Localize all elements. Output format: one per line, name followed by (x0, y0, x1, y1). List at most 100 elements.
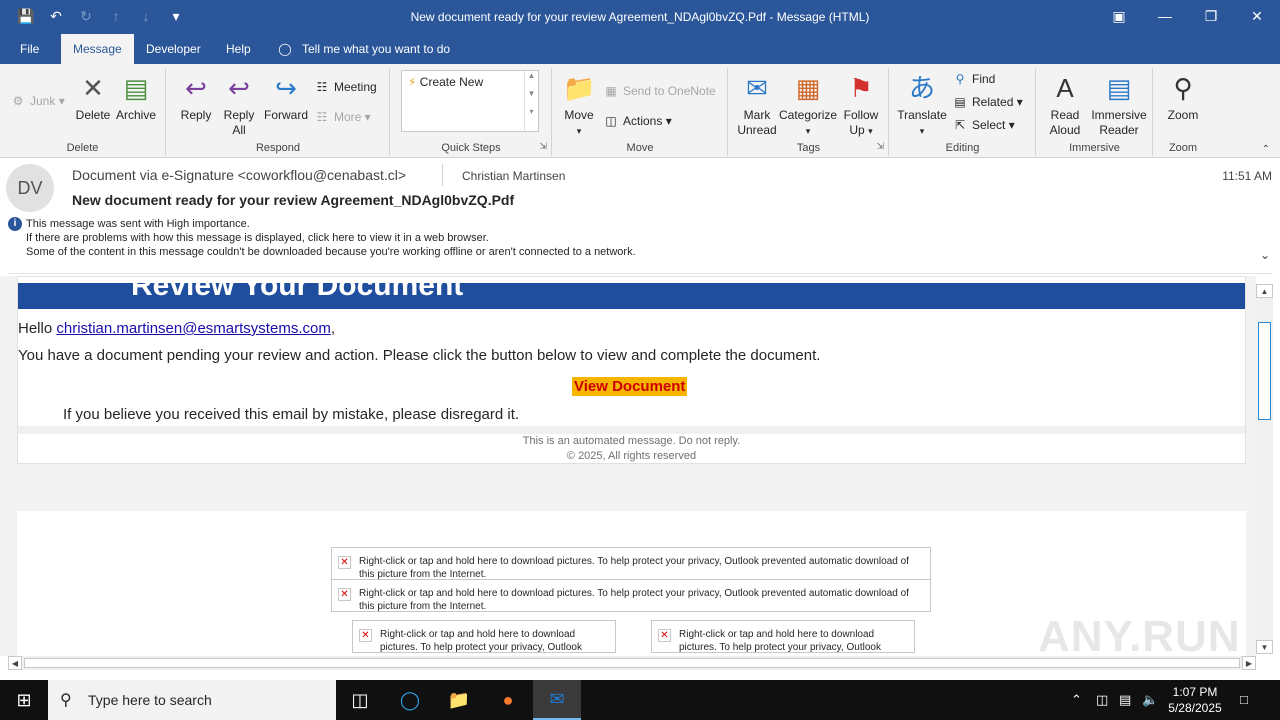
window-title: New document ready for your review Agree… (410, 10, 870, 24)
tab-file[interactable]: File (8, 34, 51, 64)
info-view-in-browser[interactable]: If there are problems with how this mess… (26, 232, 489, 244)
immersive-reader-button[interactable]: ▤ Immersive Reader (1089, 72, 1149, 138)
notifications-icon[interactable]: □ (1240, 692, 1248, 707)
copyright-text: © 2025, All rights reserved (566, 450, 697, 462)
flag-icon: ⚑ (849, 73, 873, 103)
broken-image-icon: ✕ (338, 588, 351, 601)
minimize-button[interactable]: — (1142, 0, 1188, 32)
broken-image-icon: ✕ (658, 629, 671, 642)
task-view-icon[interactable]: ◫ (336, 680, 384, 720)
firefox-icon[interactable]: ● (484, 680, 532, 720)
reply-button[interactable]: ↩ Reply (175, 72, 217, 123)
quick-steps-launcher-icon[interactable]: ⇲ (539, 141, 547, 152)
footer-divider (18, 426, 1245, 434)
delete-button[interactable]: ✕ Delete (72, 72, 114, 123)
magnifier-icon: ⚲ (1173, 73, 1193, 103)
move-button[interactable]: 📁 Move ▾ (559, 72, 599, 139)
security-icon[interactable]: ◫ (1096, 692, 1108, 708)
email-card: Review Your Document Hello christian.mar… (17, 276, 1246, 464)
volume-icon[interactable]: 🔈 (1142, 692, 1158, 708)
scroll-right-icon[interactable]: ▶ (1242, 656, 1256, 670)
taskbar-clock[interactable]: 1:07 PM 5/28/2025 (1160, 684, 1230, 716)
read-aloud-button[interactable]: A Read Aloud (1043, 72, 1087, 138)
recipient-email-link[interactable]: christian.martinsen@esmartsystems.com (56, 320, 330, 337)
translate-button[interactable]: あ Translate ▾ (896, 72, 948, 139)
actions-button[interactable]: ◫ Actions ▾ (603, 114, 671, 128)
tags-group: ✉ Mark Unread ▦ Categorize ▾ ⚑ Follow Up ▾ … (729, 68, 889, 156)
scroll-left-icon[interactable]: ◀ (8, 656, 22, 670)
follow-up-button[interactable]: ⚑ Follow Up ▾ (839, 72, 883, 139)
zoom-group: ⚲ Zoom Zoom (1154, 68, 1212, 156)
respond-group-label: Respond (255, 142, 301, 154)
tab-message[interactable]: Message (61, 34, 134, 64)
show-hidden-icons-icon[interactable]: ⌃ (1071, 692, 1082, 708)
quick-steps-scrollbar[interactable]: ▲ ▼ ▾ (524, 71, 538, 131)
file-explorer-icon[interactable]: 📁 (435, 680, 483, 720)
find-button[interactable]: ⚲ Find (952, 72, 996, 86)
vertical-scrollbar[interactable]: ▲ ▼ (1256, 284, 1273, 654)
collapse-ribbon-icon[interactable]: ⌃ (1262, 144, 1270, 155)
tell-me-search[interactable]: ◯ Tell me what you want to do (278, 34, 450, 64)
subject: New document ready for your review Agree… (72, 192, 515, 208)
restore-button[interactable]: ❐ (1188, 0, 1234, 32)
select-button[interactable]: ⇱ Select ▾ (952, 118, 1015, 132)
taskbar-search[interactable]: ⚲ Type here to search (48, 680, 336, 720)
taskbar: ⊞ ⚲ Type here to search ◫ ◯ 📁 ● ✉ ⌃ ◫ ▤ … (0, 680, 1280, 720)
windows-start-icon[interactable]: ⊞ (0, 680, 48, 720)
blocked-picture[interactable]: ✕ Right-click or tap and hold here to do… (331, 579, 931, 612)
view-document-button[interactable]: View Document (572, 377, 688, 396)
email-banner: Review Your Document (18, 283, 1245, 309)
ribbon-display-options-icon[interactable]: ▣ (1096, 0, 1142, 32)
header-divider (442, 164, 443, 186)
ribbon: ⚙ Junk ▾ ✕ Delete ▤ Archive Delete ↩ Repl… (0, 64, 1280, 158)
more-button: ☷ More ▾ (314, 110, 371, 124)
categorize-button[interactable]: ▦ Categorize ▾ (779, 72, 837, 139)
pending-text: You have a document pending your review … (18, 347, 821, 364)
title-bar: 💾 ↶ ↻ ↑ ↓ ▾ New document ready for your … (0, 0, 1280, 34)
delete-group-label: Delete (66, 142, 99, 154)
disregard-text: If you believe you received this email b… (63, 406, 520, 423)
related-button[interactable]: ▤ Related ▾ (952, 95, 1022, 109)
blocked-picture[interactable]: ✕ Right-click or tap and hold here to do… (331, 547, 931, 580)
read-aloud-icon: A (1056, 73, 1074, 103)
scroll-up-icon[interactable]: ▲ (1256, 284, 1273, 298)
respond-group: ↩ Reply ↩ Reply All ↪ Forward ☷ Meeting ☷ M… (167, 68, 390, 156)
clock-time: 1:07 PM (1172, 685, 1218, 699)
sender[interactable]: Document via e-Signature <coworkflou@cen… (72, 167, 406, 183)
tags-launcher-icon[interactable]: ⇲ (876, 141, 884, 152)
reply-all-button[interactable]: ↩ Reply All (219, 72, 259, 138)
tab-help[interactable]: Help (214, 34, 263, 64)
info-high-importance: This message was sent with High importan… (26, 218, 250, 230)
network-icon[interactable]: ▤ (1119, 692, 1131, 708)
header-separator (8, 273, 1272, 274)
outlook-icon[interactable]: ✉ (533, 680, 581, 720)
search-placeholder: Type here to search (88, 692, 212, 708)
mark-unread-button[interactable]: ✉ Mark Unread (733, 72, 781, 138)
archive-icon: ▤ (123, 73, 149, 103)
recipient[interactable]: Christian Martinsen (462, 169, 565, 183)
forward-icon: ↪ (275, 73, 297, 103)
vertical-scroll-thumb[interactable] (1258, 322, 1271, 420)
junk-button: ⚙ Junk ▾ (10, 94, 65, 108)
send-to-onenote-button: ▦ Send to OneNote (603, 84, 715, 98)
search-icon: ⚲ (60, 692, 72, 709)
folder-move-icon: 📁 (563, 73, 596, 103)
blocked-picture[interactable]: ✕ Right-click or tap and hold here to do… (352, 620, 616, 653)
ribbon-tabs: File Message Developer Help ◯ Tell me wha… (0, 34, 1280, 64)
archive-button[interactable]: ▤ Archive (114, 72, 158, 123)
close-button[interactable]: ✕ (1234, 0, 1280, 32)
zoom-button[interactable]: ⚲ Zoom (1160, 72, 1206, 123)
meeting-button[interactable]: ☷ Meeting (314, 80, 377, 94)
expand-header-icon[interactable]: ⌄ (1260, 248, 1270, 262)
move-group-label: Move (626, 142, 654, 154)
edge-icon[interactable]: ◯ (386, 680, 434, 720)
tell-me-label: Tell me what you want to do (302, 42, 451, 56)
tab-developer[interactable]: Developer (134, 34, 213, 64)
forward-button[interactable]: ↪ Forward (262, 72, 310, 123)
envelope-icon: ✉ (746, 73, 768, 103)
quick-step-create-new[interactable]: ⚡ Create New (408, 75, 483, 89)
blocked-picture[interactable]: ✕ Right-click or tap and hold here to do… (651, 620, 915, 653)
immersive-group-label: Immersive (1069, 142, 1120, 154)
reply-all-icon: ↩ (228, 73, 250, 103)
scroll-down-icon[interactable]: ▼ (1256, 640, 1273, 654)
